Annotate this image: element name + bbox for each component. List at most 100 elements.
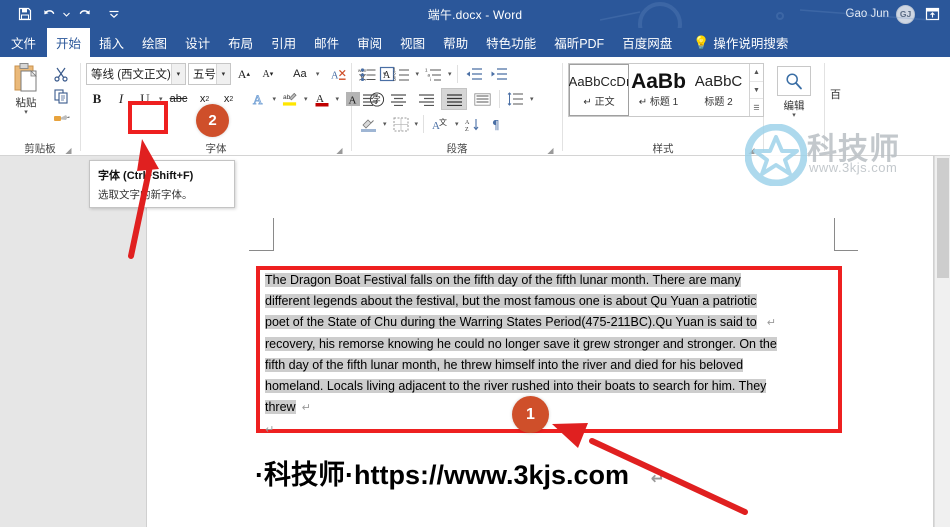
underline-button[interactable]: U	[134, 88, 156, 110]
style-item-heading-2[interactable]: AaBbC 标题 2	[689, 64, 749, 116]
grow-font-icon[interactable]: A ▴	[233, 63, 255, 85]
sort-icon[interactable]: AZ	[462, 113, 485, 135]
tab-foxit-pdf[interactable]: 福昕PDF	[545, 28, 613, 57]
borders-icon[interactable]	[390, 113, 412, 135]
clipped-group-label: 百	[830, 89, 841, 101]
style-item-normal[interactable]: AaBbCcDı ↵ 正文	[569, 64, 629, 116]
text-line: different legends about the festival, bu…	[265, 294, 757, 308]
cut-icon[interactable]	[50, 64, 72, 84]
paragraph-row-1: ▾ 123 ▾ 1ai ▾	[357, 63, 535, 85]
scrollbar-thumb[interactable]	[937, 158, 949, 278]
bold-button[interactable]: B	[86, 88, 108, 110]
line-spacing-icon[interactable]	[504, 88, 527, 110]
change-case-dropdown-icon[interactable]: ▾	[315, 70, 321, 78]
shading-dropdown-icon[interactable]: ▾	[382, 120, 388, 128]
paragraph-dialog-launcher-icon[interactable]: ◢	[546, 146, 555, 155]
undo-icon[interactable]	[38, 3, 60, 25]
redo-icon[interactable]	[73, 3, 95, 25]
text-effects-dropdown-icon[interactable]: ▾	[272, 95, 278, 103]
callout-marker-1: 1	[512, 396, 549, 433]
paste-icon	[11, 62, 41, 94]
tab-view[interactable]: 视图	[391, 28, 434, 57]
change-case-icon[interactable]: Aa	[287, 63, 313, 85]
cn-layout-icon[interactable]: A文	[428, 113, 452, 135]
format-painter-icon[interactable]	[50, 108, 72, 128]
editing-dropdown-icon[interactable]: ▾	[792, 112, 796, 119]
style-preview: AaBbCcDı	[568, 73, 630, 89]
style-preview: AaBb	[631, 72, 686, 91]
tab-references[interactable]: 引用	[262, 28, 305, 57]
decrease-indent-icon[interactable]	[462, 63, 485, 85]
increase-indent-icon[interactable]	[487, 63, 510, 85]
tab-mailings[interactable]: 邮件	[305, 28, 348, 57]
tab-help[interactable]: 帮助	[434, 28, 477, 57]
font-color-icon[interactable]: A	[311, 88, 333, 110]
italic-button[interactable]: I	[110, 88, 132, 110]
font-name-combo[interactable]: 等线 (西文正文) ▾	[86, 63, 186, 85]
tab-special-features[interactable]: 特色功能	[477, 28, 545, 57]
vertical-scrollbar[interactable]	[934, 156, 950, 527]
numbering-dropdown-icon[interactable]: ▾	[415, 70, 421, 78]
bullets-dropdown-icon[interactable]: ▾	[382, 70, 388, 78]
tab-baidu-netdisk[interactable]: 百度网盘	[613, 28, 681, 57]
multilevel-list-icon[interactable]: 1ai	[422, 63, 445, 85]
styles-dialog-launcher-icon[interactable]: ◢	[747, 146, 756, 155]
align-left-icon[interactable]	[357, 88, 383, 110]
copy-icon[interactable]	[50, 86, 72, 106]
font-size-combo[interactable]: 五号 ▾	[187, 63, 231, 85]
tab-review[interactable]: 审阅	[348, 28, 391, 57]
justify-icon[interactable]	[441, 88, 467, 110]
borders-dropdown-icon[interactable]: ▾	[414, 120, 420, 128]
shrink-font-icon[interactable]: A ▾	[257, 63, 279, 85]
numbering-icon[interactable]: 123	[390, 63, 413, 85]
text-effects-icon[interactable]: A	[248, 88, 270, 110]
bullets-icon[interactable]	[357, 63, 380, 85]
font-color-dropdown-icon[interactable]: ▾	[335, 95, 341, 103]
svg-text:A: A	[331, 70, 339, 81]
save-icon[interactable]	[14, 3, 36, 25]
align-center-icon[interactable]	[385, 88, 411, 110]
tab-draw[interactable]: 绘图	[133, 28, 176, 57]
ribbon-display-options-icon[interactable]	[922, 4, 942, 24]
show-formatting-marks-icon[interactable]: ¶	[487, 113, 509, 135]
highlight-dropdown-icon[interactable]: ▾	[303, 95, 309, 103]
tab-insert[interactable]: 插入	[90, 28, 133, 57]
tab-design[interactable]: 设计	[176, 28, 219, 57]
paragraph-row-2: ▾	[357, 88, 535, 110]
style-gallery-more-icon[interactable]: ☰	[750, 99, 763, 116]
clear-formatting-icon[interactable]: A	[328, 63, 350, 85]
clipboard-dialog-launcher-icon[interactable]: ◢	[64, 146, 73, 155]
distribute-icon[interactable]	[469, 88, 495, 110]
ribbon-group-paragraph: ▾ 123 ▾ 1ai ▾ ▾ ▾ ▾ A 文 ▾ A Z ¶ 段落 ◢	[352, 57, 562, 155]
editing-button[interactable]: 编辑 ▾	[777, 60, 811, 119]
shading-icon[interactable]	[357, 113, 380, 135]
tab-layout[interactable]: 布局	[219, 28, 262, 57]
undo-dropdown-icon[interactable]	[62, 3, 71, 25]
strikethrough-button[interactable]: abc	[166, 88, 192, 110]
tooltip-description: 选取文字的新字体。	[98, 189, 193, 201]
tab-file[interactable]: 文件	[0, 28, 47, 57]
highlight-color-icon[interactable]: ab	[279, 88, 301, 110]
lightbulb-icon: 💡	[693, 34, 710, 50]
line-spacing-dropdown-icon[interactable]: ▾	[529, 95, 535, 103]
cn-layout-dropdown-icon[interactable]: ▾	[454, 120, 460, 128]
align-right-icon[interactable]	[413, 88, 439, 110]
underline-dropdown-icon[interactable]: ▾	[158, 95, 164, 103]
paste-dropdown-icon[interactable]: ▾	[24, 109, 28, 116]
document-page[interactable]: The Dragon Boat Festival falls on the fi…	[146, 156, 934, 527]
paragraph-mark: ↵	[650, 469, 665, 488]
font-size-dropdown-icon[interactable]: ▾	[215, 64, 230, 84]
avatar[interactable]: GJ	[896, 4, 915, 24]
multilevel-dropdown-icon[interactable]: ▾	[447, 70, 453, 78]
style-item-heading-1[interactable]: AaBb ↵ 标题 1	[629, 64, 689, 116]
font-dialog-launcher-icon[interactable]: ◢	[335, 146, 344, 155]
ribbon-tab-bar: 文件 开始 插入 绘图 设计 布局 引用 邮件 审阅 视图 帮助 特色功能 福昕…	[0, 28, 950, 57]
tab-home[interactable]: 开始	[47, 28, 91, 57]
style-scroll-up-icon[interactable]: ▲	[750, 64, 763, 82]
tell-me-search[interactable]: 💡 操作说明搜索	[681, 28, 794, 57]
font-name-dropdown-icon[interactable]: ▾	[170, 64, 185, 84]
customize-qat-icon[interactable]	[103, 3, 125, 25]
style-gallery-scrollbar[interactable]: ▲ ▼ ☰	[749, 64, 763, 116]
paste-button[interactable]: 粘贴 ▾	[5, 60, 47, 116]
style-scroll-down-icon[interactable]: ▼	[750, 82, 763, 100]
